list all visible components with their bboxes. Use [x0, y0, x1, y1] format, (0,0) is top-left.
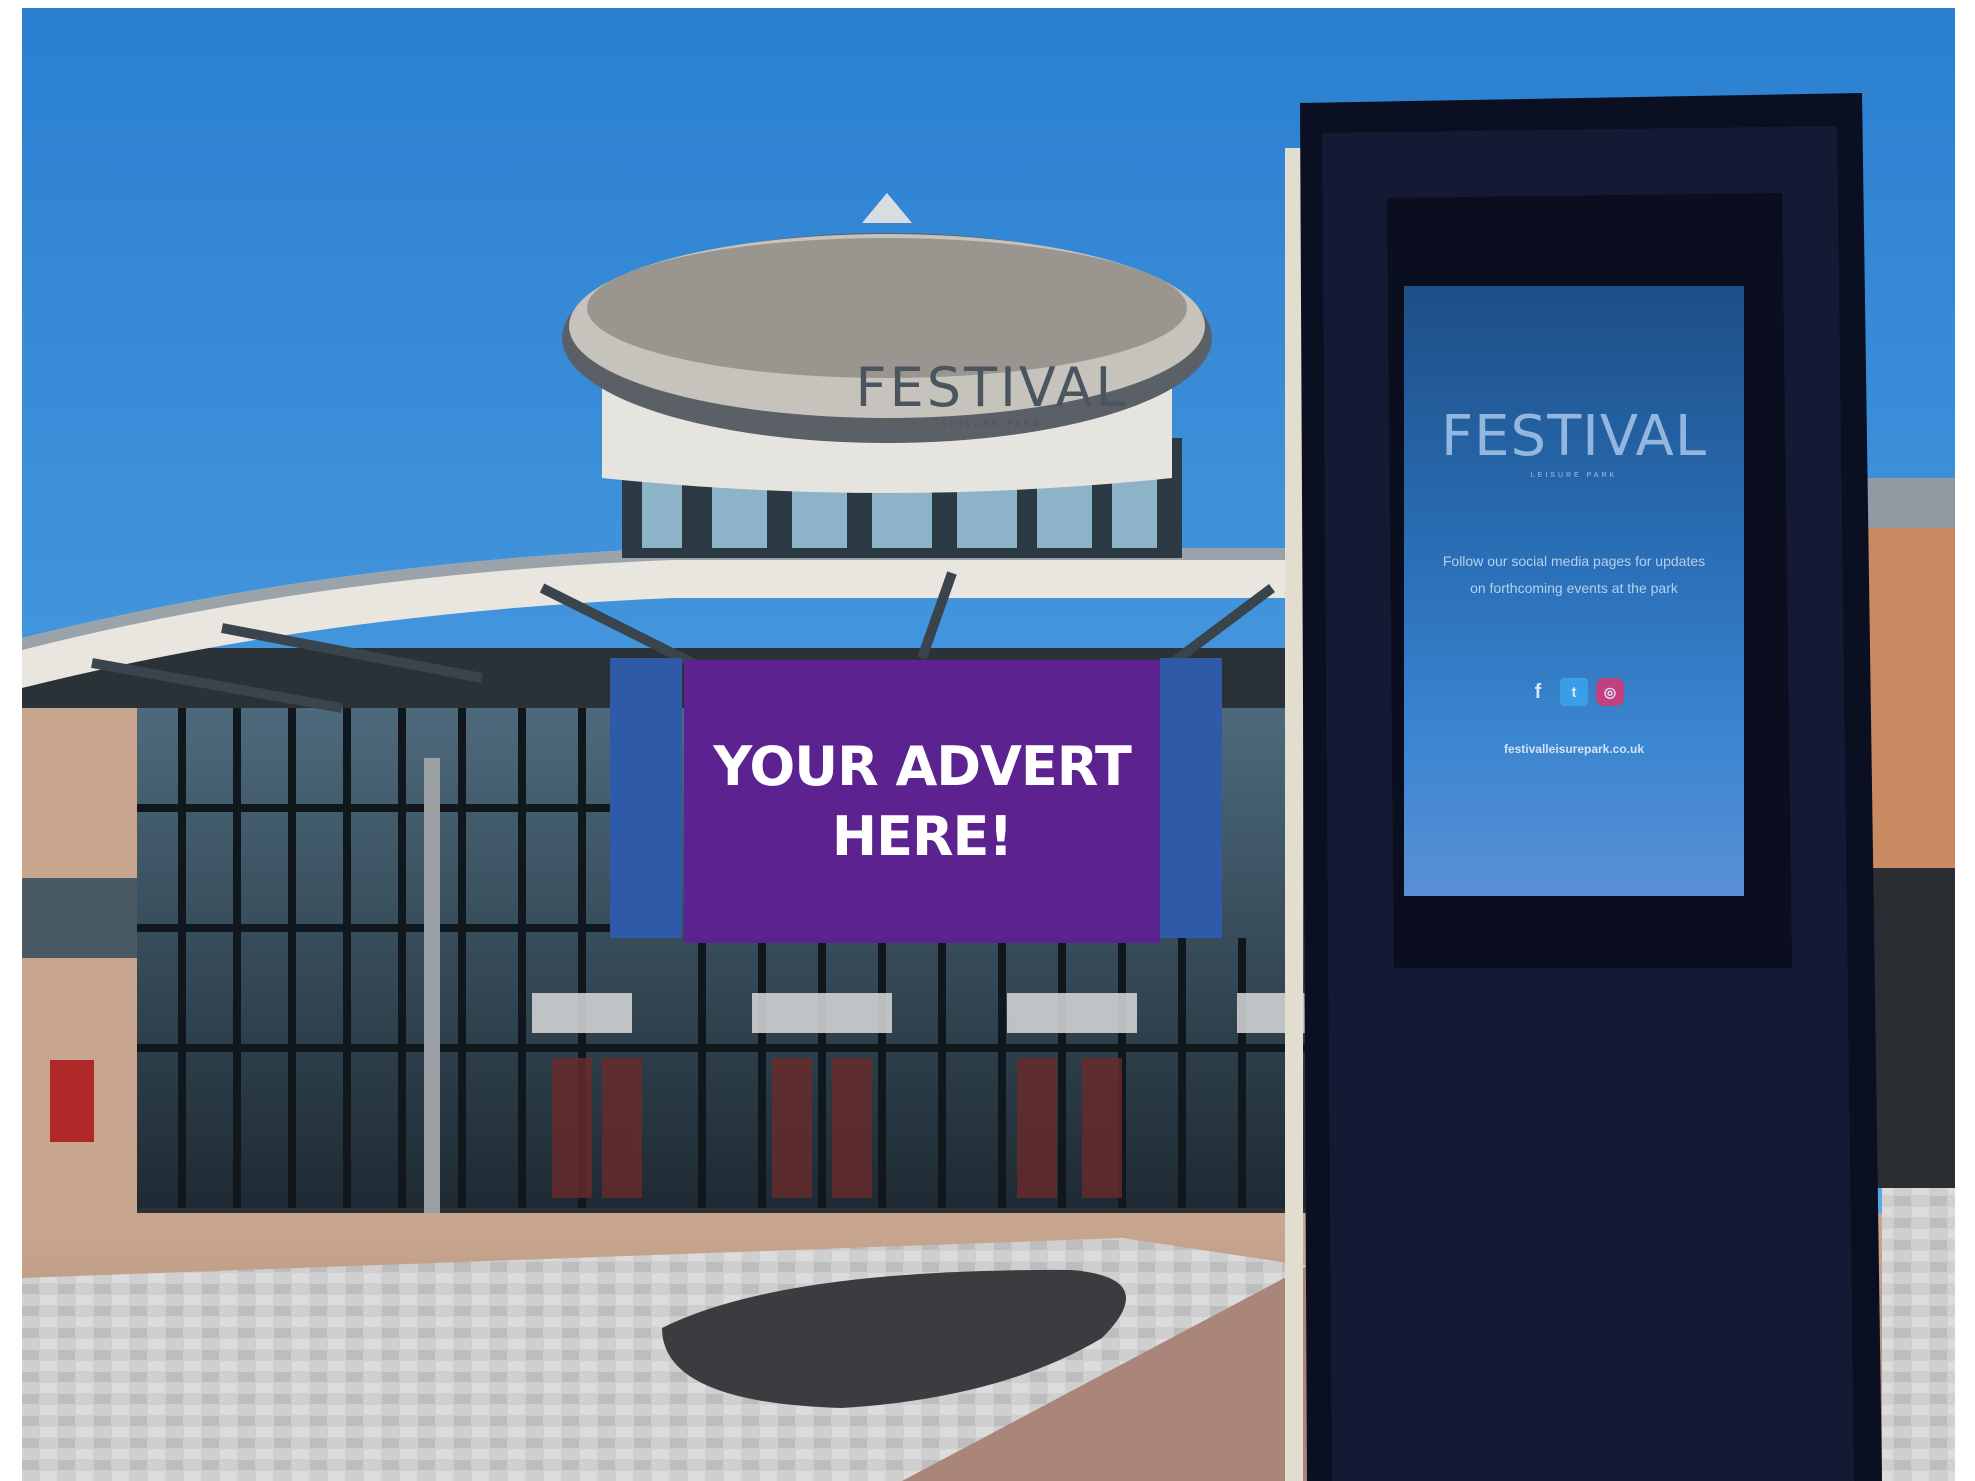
kiosk-message: Follow our social media pages for update…: [1442, 553, 1706, 596]
photo-scene: FESTIVAL LEISURE PARK YOUR ADVERT HERE! …: [22, 8, 1955, 1481]
kiosk-social-icons: f t ◎: [1404, 678, 1744, 706]
kiosk-url: festivalleisurepark.co.uk: [1503, 742, 1645, 756]
advert-billboard: YOUR ADVERT HERE!: [684, 660, 1160, 943]
kiosk-logo: FESTIVAL: [1440, 404, 1708, 469]
festival-dome-subtitle: LEISURE PARK: [942, 420, 1042, 430]
advert-text: YOUR ADVERT HERE!: [713, 734, 1132, 868]
kiosk-screen: FESTIVAL LEISURE PARK Follow our social …: [1404, 286, 1744, 896]
facebook-icon: f: [1534, 680, 1542, 703]
instagram-icon: ◎: [1596, 678, 1624, 706]
kiosk-logo-subtitle: LEISURE PARK: [1530, 472, 1618, 479]
twitter-icon: t: [1560, 678, 1588, 706]
festival-dome-sign: FESTIVAL: [855, 356, 1129, 419]
